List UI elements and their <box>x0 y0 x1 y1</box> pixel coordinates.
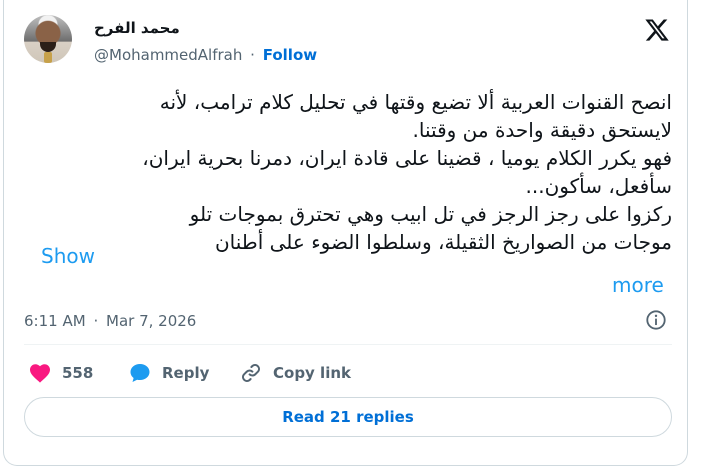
divider <box>24 344 672 345</box>
x-logo-icon[interactable] <box>644 17 670 43</box>
avatar-dagger <box>44 52 52 63</box>
reply-label: Reply <box>162 364 210 382</box>
show-more-link-continued[interactable]: more <box>612 271 664 299</box>
tweet-card: محمد الفرح @MohammedAlfrah · Follow انصح… <box>3 0 688 466</box>
tweet-text: انصح القنوات العربية ألا تضيع وقتها في ت… <box>24 88 672 256</box>
avatar-beard <box>40 42 56 52</box>
copy-link-button[interactable]: Copy link <box>239 358 351 388</box>
tweet-date: Mar 7, 2026 <box>106 312 197 330</box>
tweet-time: 6:11 AM <box>24 312 86 330</box>
like-button[interactable]: 558 <box>28 358 93 388</box>
link-icon <box>242 364 260 382</box>
meta-separator: · <box>93 312 99 330</box>
avatar[interactable] <box>24 15 72 63</box>
tweet-line: فهو يكرر الكلام يوميا ، قضينا على قادة ا… <box>142 146 672 170</box>
tweet-timestamp[interactable]: 6:11 AM · Mar 7, 2026 <box>24 312 196 330</box>
reply-button[interactable]: Reply <box>128 358 209 388</box>
copy-link-label: Copy link <box>273 364 351 382</box>
handle-separator: · <box>250 46 255 64</box>
like-count: 558 <box>62 364 94 382</box>
tweet-line: سأفعل، سأكون... <box>525 174 672 198</box>
follow-button[interactable]: Follow <box>263 46 317 64</box>
author-handle[interactable]: @MohammedAlfrah <box>94 46 242 64</box>
tweet-line: انصح القنوات العربية ألا تضيع وقتها في ت… <box>159 90 672 114</box>
tweet-line: ركزوا على رجز الرجز في تل ابيب وهي تحترق… <box>189 202 672 226</box>
info-icon[interactable] <box>645 309 667 331</box>
author-name[interactable]: محمد الفرح <box>94 19 180 37</box>
speech-bubble-icon <box>130 364 150 382</box>
action-bar: 558 Reply Copy link <box>24 358 672 388</box>
tweet-header: محمد الفرح @MohammedAlfrah · Follow <box>24 15 684 64</box>
heart-icon <box>30 364 50 383</box>
show-more-link[interactable]: Show <box>41 242 101 270</box>
handle-row: @MohammedAlfrah · Follow <box>94 46 317 64</box>
read-replies-button[interactable]: Read 21 replies <box>24 397 672 437</box>
tweet-line: موجات من الصواريخ الثقيلة، وسلطوا الضوء … <box>214 230 672 254</box>
tweet-line: لايستحق دقيقة واحدة من وقتنا. <box>412 118 672 142</box>
